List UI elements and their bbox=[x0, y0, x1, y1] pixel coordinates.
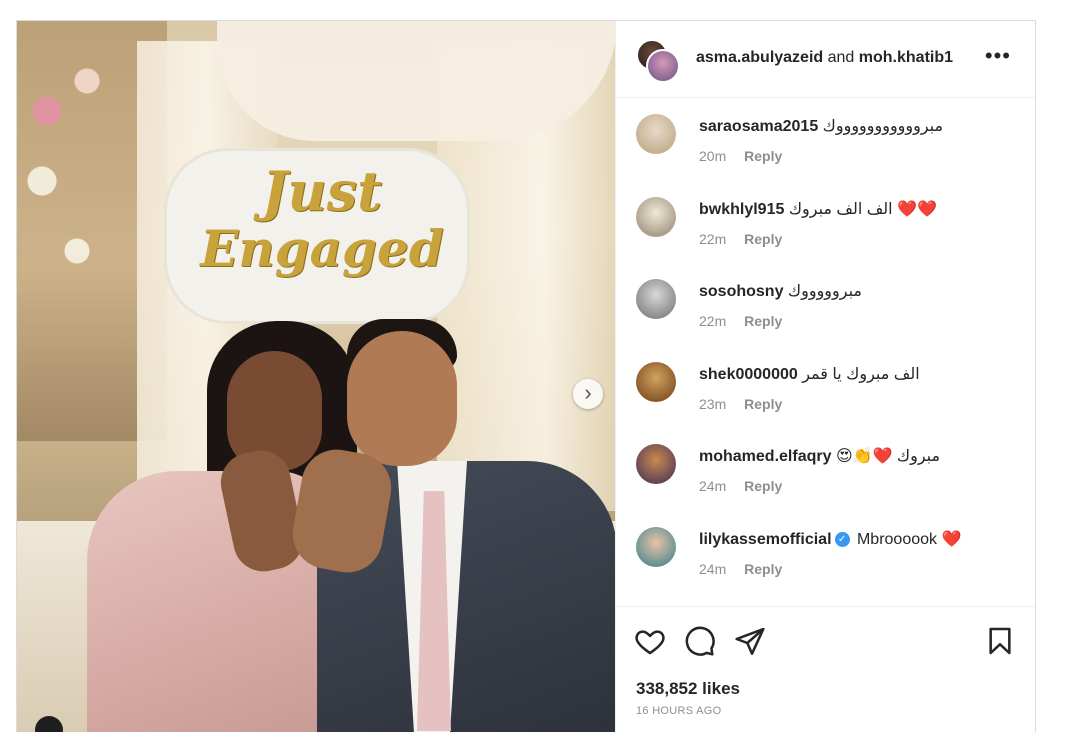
comment-text: مبروووووك bbox=[787, 283, 862, 300]
more-horizontal-icon[interactable]: ••• bbox=[985, 43, 1011, 69]
comment-time: 23m bbox=[699, 395, 727, 412]
avatar[interactable] bbox=[636, 444, 676, 484]
comment-text: مبروووووووووووك bbox=[822, 118, 944, 135]
comment-username[interactable]: lilykassemofficial bbox=[699, 531, 832, 548]
comment-item: saraosama2015 مبروووووووووووك 20m Reply bbox=[616, 98, 1035, 181]
comment-item: mohamed.elfaqry 😍👏❤️ مبروك 24m Reply bbox=[616, 428, 1035, 511]
comment-username[interactable]: bwkhlyl915 bbox=[699, 201, 784, 218]
bookmark-icon[interactable] bbox=[984, 625, 1016, 657]
reply-button[interactable]: Reply bbox=[744, 478, 782, 494]
owner-avatars[interactable] bbox=[636, 39, 680, 83]
reply-button[interactable]: Reply bbox=[744, 231, 782, 247]
comment-text: الف الف مبروك ❤️❤️ bbox=[788, 200, 937, 218]
chevron-right-icon[interactable]: › bbox=[573, 379, 603, 409]
comment-username[interactable]: shek0000000 bbox=[699, 366, 798, 383]
comment-username[interactable]: sosohosny bbox=[699, 283, 783, 300]
drape bbox=[217, 21, 615, 141]
post-owners: asma.abulyazeid and moh.khatib1 bbox=[696, 49, 953, 67]
avatar[interactable] bbox=[636, 361, 676, 402]
comment-time: 24m bbox=[699, 478, 727, 494]
woman-figure bbox=[47, 321, 357, 732]
comment-list: saraosama2015 مبروووووووووووك 20m Reply … bbox=[616, 98, 1035, 606]
sign-line-1: Just bbox=[261, 159, 383, 223]
engaged-sign-text: Just Engaged bbox=[187, 161, 457, 277]
post-image[interactable]: Just Engaged › bbox=[17, 21, 615, 732]
owner-username-1[interactable]: asma.abulyazeid bbox=[696, 49, 823, 66]
reply-button[interactable]: Reply bbox=[744, 561, 782, 577]
man-figure bbox=[287, 311, 615, 732]
verified-badge-icon: ✓ bbox=[834, 531, 850, 547]
avatar[interactable] bbox=[636, 526, 676, 567]
comment-time: 22m bbox=[699, 230, 727, 247]
post-sidebar: asma.abulyazeid and moh.khatib1 ••• sara… bbox=[615, 21, 1035, 732]
avatar[interactable] bbox=[636, 279, 676, 319]
comment-time: 22m bbox=[699, 313, 727, 329]
comment-text: Mbroooook ❤️ bbox=[856, 530, 962, 548]
sign-line-2: Engaged bbox=[200, 219, 444, 278]
comment-username[interactable]: mohamed.elfaqry bbox=[699, 448, 831, 465]
post-card: Just Engaged › asma.abulyazeid and moh.k… bbox=[16, 20, 1036, 732]
comment-item: sosohosny مبروووووك 22m Reply bbox=[616, 263, 1035, 346]
owners-connector: and bbox=[827, 49, 855, 66]
action-bar: 338,852 likes 16 HOURS AGO bbox=[616, 606, 1035, 733]
share-icon[interactable] bbox=[734, 625, 766, 657]
like-count[interactable]: 338,852 likes bbox=[636, 679, 740, 699]
comment-item: bwkhlyl915 الف الف مبروك ❤️❤️ 22m Reply bbox=[616, 181, 1035, 264]
comment-text: الف مبروك يا قمر bbox=[802, 365, 920, 383]
post-timestamp: 16 HOURS AGO bbox=[636, 705, 722, 717]
comment-icon[interactable] bbox=[684, 625, 716, 657]
reply-button[interactable]: Reply bbox=[744, 313, 782, 329]
comment-text: 😍👏❤️ مبروك bbox=[835, 448, 941, 465]
reply-button[interactable]: Reply bbox=[744, 396, 782, 412]
comment-username[interactable]: saraosama2015 bbox=[699, 118, 818, 135]
comment-time: 20m bbox=[699, 148, 727, 164]
heart-icon[interactable] bbox=[634, 625, 666, 657]
comment-item: lilykassemofficial ✓ Mbroooook ❤️ 24m Rep… bbox=[616, 511, 1035, 594]
owner-username-2[interactable]: moh.khatib1 bbox=[859, 49, 953, 66]
comment-time: 24m bbox=[699, 560, 727, 577]
avatar[interactable] bbox=[636, 196, 676, 237]
post-header: asma.abulyazeid and moh.khatib1 ••• bbox=[616, 21, 1035, 98]
comment-item: shek0000000 الف مبروك يا قمر 23m Reply bbox=[616, 346, 1035, 429]
avatar[interactable] bbox=[646, 49, 680, 83]
avatar[interactable] bbox=[636, 114, 676, 154]
reply-button[interactable]: Reply bbox=[744, 148, 782, 164]
